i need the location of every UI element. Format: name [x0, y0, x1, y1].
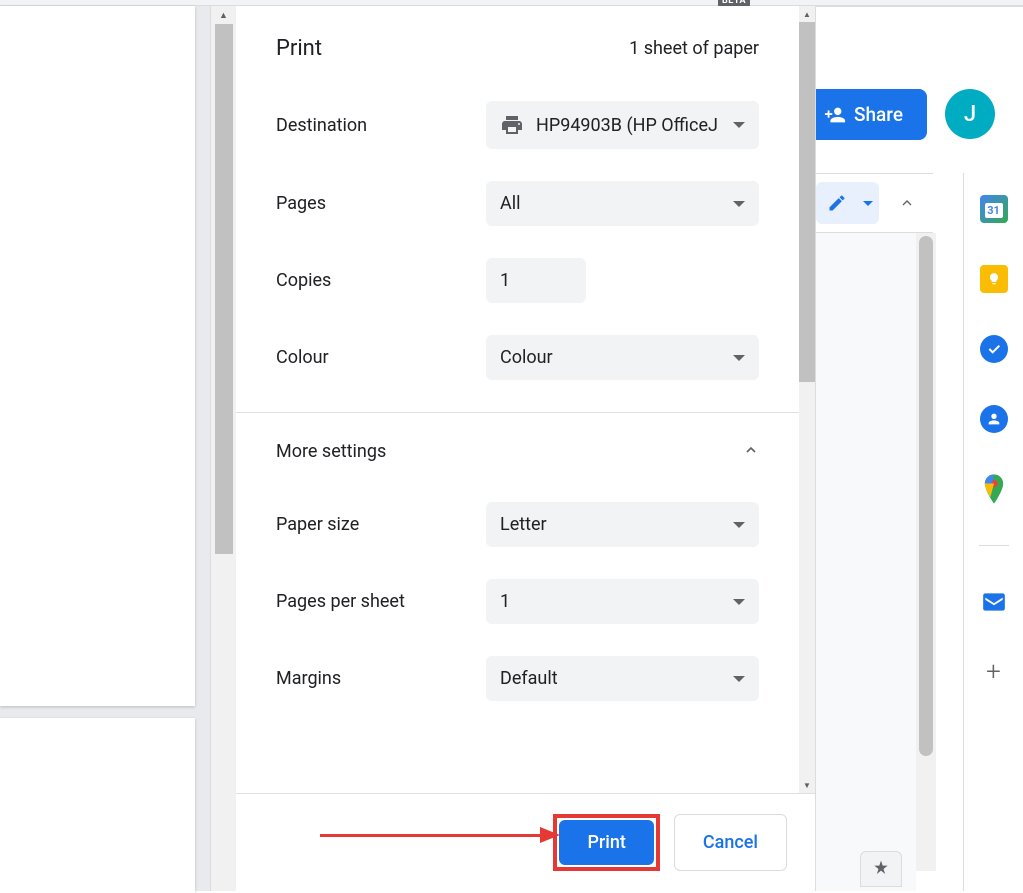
tasks-icon[interactable]	[980, 335, 1008, 363]
mail-addon-icon[interactable]	[980, 588, 1008, 616]
pages-per-sheet-label: Pages per sheet	[276, 591, 486, 612]
more-settings-toggle[interactable]: More settings	[276, 413, 759, 502]
paper-size-label: Paper size	[276, 514, 486, 535]
editing-mode-dropdown[interactable]	[857, 182, 879, 224]
document-scrollbar[interactable]	[916, 233, 936, 871]
keep-icon[interactable]	[980, 265, 1008, 293]
copies-input[interactable]	[486, 258, 586, 303]
preview-scrollbar[interactable]: ▲	[210, 6, 236, 891]
get-addons-button[interactable]: +	[980, 658, 1008, 686]
printer-icon	[500, 113, 524, 137]
print-button[interactable]: Print	[559, 820, 653, 865]
document-canvas-strip	[816, 233, 916, 891]
more-settings-label: More settings	[276, 441, 386, 462]
cancel-button[interactable]: Cancel	[674, 814, 787, 871]
google-side-panel: +	[963, 173, 1023, 891]
dropdown-caret-icon	[733, 599, 745, 605]
destination-value: HP94903B (HP OfficeJ	[536, 115, 718, 136]
pages-select[interactable]: All	[486, 181, 759, 226]
share-person-icon	[824, 104, 846, 126]
dropdown-caret-icon	[733, 122, 745, 128]
dropdown-caret-icon	[733, 201, 745, 207]
share-button[interactable]: Share	[800, 89, 927, 140]
side-panel-divider	[979, 545, 1009, 546]
caret-down-icon	[863, 201, 873, 206]
account-avatar[interactable]: J	[945, 89, 995, 139]
share-label: Share	[854, 103, 903, 126]
destination-select[interactable]: HP94903B (HP OfficeJ	[486, 101, 759, 149]
chevron-up-icon	[743, 442, 759, 462]
scroll-thumb[interactable]	[919, 236, 933, 756]
editing-mode-button[interactable]	[816, 182, 857, 224]
scroll-up-arrow[interactable]: ▲	[799, 6, 815, 22]
maps-icon[interactable]	[980, 475, 1008, 503]
editing-mode-toolbar	[816, 173, 933, 233]
colour-value: Colour	[500, 347, 553, 368]
margins-label: Margins	[276, 668, 486, 689]
explore-button[interactable]	[860, 851, 902, 887]
paper-size-value: Letter	[500, 514, 547, 535]
pencil-icon	[827, 193, 847, 213]
margins-value: Default	[500, 668, 558, 689]
colour-label: Colour	[276, 347, 486, 368]
destination-label: Destination	[276, 115, 486, 136]
pages-per-sheet-value: 1	[500, 591, 510, 612]
paper-size-select[interactable]: Letter	[486, 502, 759, 547]
scroll-down-arrow[interactable]: ▼	[799, 777, 815, 793]
scroll-thumb[interactable]	[215, 24, 233, 554]
preview-page-2	[0, 718, 195, 893]
sheet-count-label: 1 sheet of paper	[629, 38, 759, 59]
scroll-thumb[interactable]	[799, 22, 815, 382]
print-preview-panel	[0, 6, 210, 891]
print-dialog-title: Print	[276, 36, 322, 61]
print-dialog: Print 1 sheet of paper Destination HP949…	[236, 6, 816, 891]
preview-page-1	[0, 6, 195, 706]
dropdown-caret-icon	[733, 355, 745, 361]
collapse-toolbar-button[interactable]	[891, 183, 923, 223]
dialog-scrollbar[interactable]: ▲ ▼	[799, 6, 815, 793]
pages-per-sheet-select[interactable]: 1	[486, 579, 759, 624]
annotation-arrow	[320, 827, 560, 843]
dropdown-caret-icon	[733, 522, 745, 528]
scroll-up-arrow[interactable]: ▲	[211, 6, 236, 24]
dropdown-caret-icon	[733, 676, 745, 682]
print-button-highlight: Print	[553, 814, 659, 871]
copies-label: Copies	[276, 270, 486, 291]
calendar-icon[interactable]	[980, 195, 1008, 223]
pages-value: All	[500, 193, 521, 214]
colour-select[interactable]: Colour	[486, 335, 759, 380]
chevron-up-icon	[899, 195, 915, 211]
contacts-icon[interactable]	[980, 405, 1008, 433]
pages-label: Pages	[276, 193, 486, 214]
margins-select[interactable]: Default	[486, 656, 759, 701]
